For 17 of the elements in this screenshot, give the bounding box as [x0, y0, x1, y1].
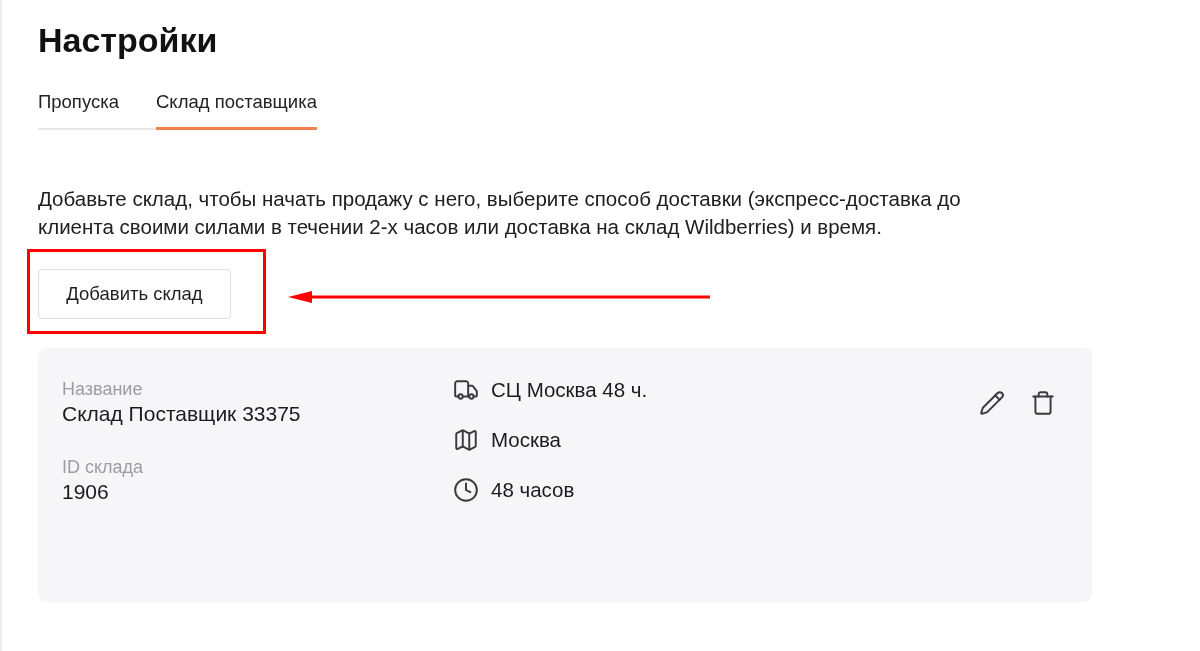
map-icon — [453, 427, 479, 453]
detail-text: Москва — [491, 428, 561, 452]
tab[interactable]: Склад поставщика — [156, 84, 317, 130]
trash-icon[interactable] — [1030, 390, 1056, 416]
detail-text: 48 часов — [491, 478, 575, 502]
detail-text: СЦ Москва 48 ч. — [491, 378, 648, 402]
page-title: Настройки — [38, 20, 218, 60]
field-value: 1906 — [62, 480, 110, 504]
add-warehouse-button[interactable]: Добавить склад — [38, 269, 231, 319]
edit-icon[interactable] — [979, 390, 1005, 416]
clock-icon — [453, 477, 479, 503]
truck-icon — [453, 377, 479, 403]
field-label: ID склада — [62, 457, 145, 477]
field-label: Название — [62, 379, 144, 399]
description-text: Добавьте склад, чтобы начать продажу с него, выберите способ доставки (экспресс-доставка до клиента своими силами в течении 2-х часов или доставка на склад Wildberries) и время. — [38, 186, 962, 240]
tab[interactable]: Пропуска — [38, 84, 156, 130]
field-value: Склад Поставщик 33375 — [62, 402, 302, 426]
